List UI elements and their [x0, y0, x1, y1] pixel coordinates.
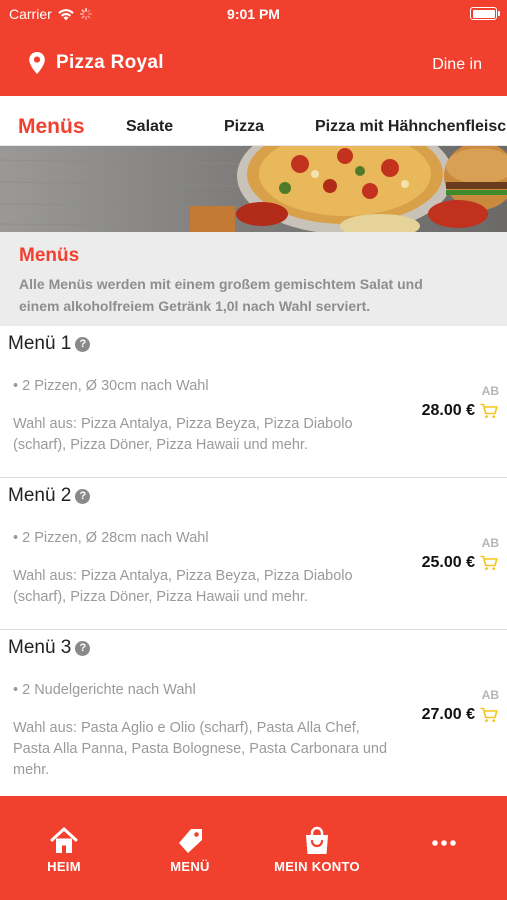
home-icon: [50, 827, 78, 853]
nav-label: MEIN KONTO: [274, 859, 360, 874]
menu-item-name: Menü 3: [8, 637, 72, 658]
bottom-navigation: HEIM MENÜ MEIN KONTO: [0, 796, 507, 900]
app-header: Pizza Royal Dine in: [0, 40, 507, 88]
menu-item-description: Wahl aus: Pasta Aglio e Olio (scharf), P…: [13, 720, 388, 778]
price-row[interactable]: 28.00 €: [422, 402, 498, 420]
menu-item[interactable]: Menü 1 ? • 2 Pizzen, Ø 30cm nach Wahl Wa…: [0, 326, 507, 478]
nav-label: HEIM: [47, 859, 81, 874]
menu-item-price: 28.00 €: [421, 402, 475, 419]
category-intro: Menüs Alle Menüs werden mit einem großem…: [0, 232, 507, 326]
cart-icon[interactable]: [480, 707, 498, 723]
status-bar: Carrier 9:01 PM: [0, 0, 507, 30]
price-row[interactable]: 27.00 €: [422, 706, 498, 724]
status-time: 9:01 PM: [227, 6, 280, 22]
menu-item-price: 25.00 €: [421, 554, 475, 571]
tab-menus[interactable]: Menüs: [18, 115, 85, 139]
top-bar: Carrier 9:01 PM Pizza Royal Dine in: [0, 0, 507, 96]
nav-item-more[interactable]: [424, 836, 464, 850]
bag-icon: [306, 826, 328, 854]
menu-item[interactable]: Menü 3 ? • 2 Nudelgerichte nach Wahl Wah…: [0, 630, 507, 782]
menu-item-price: 27.00 €: [421, 706, 475, 723]
nav-item-menu[interactable]: MENÜ: [164, 826, 216, 874]
price-prefix: AB: [481, 688, 499, 702]
price-prefix: AB: [481, 536, 499, 550]
menu-item-name-row: Menü 3 ?: [8, 637, 91, 659]
menu-item-description: Wahl aus: Pizza Antalya, Pizza Beyza, Pi…: [13, 568, 353, 605]
tab-pizza-haehnchen[interactable]: Pizza mit Hähnchenfleisch: [315, 118, 507, 136]
info-icon[interactable]: ?: [75, 640, 91, 656]
menu-item-detail: • 2 Pizzen, Ø 30cm nach Wahl: [13, 378, 209, 394]
price-row[interactable]: 25.00 €: [422, 554, 498, 572]
menu-item-list: Menü 1 ? • 2 Pizzen, Ø 30cm nach Wahl Wa…: [0, 326, 507, 782]
menu-item-detail: • 2 Pizzen, Ø 28cm nach Wahl: [13, 530, 209, 546]
tab-salate[interactable]: Salate: [126, 118, 173, 136]
cart-icon[interactable]: [480, 403, 498, 419]
category-description-line1: Alle Menüs werden mit einem großem gemis…: [19, 276, 423, 292]
more-icon: [432, 840, 456, 846]
order-mode-button[interactable]: Dine in: [432, 56, 482, 74]
menu-item-name-row: Menü 2 ?: [8, 485, 91, 507]
menu-item-name: Menü 2: [8, 485, 72, 506]
tag-icon: [179, 829, 202, 853]
cart-icon[interactable]: [480, 555, 498, 571]
nav-label: MENÜ: [170, 859, 210, 874]
menu-item-name-row: Menü 1 ?: [8, 333, 91, 355]
battery-icon: [470, 7, 500, 20]
category-banner-image: [0, 146, 507, 232]
nav-item-account[interactable]: MEIN KONTO: [268, 826, 366, 874]
category-description-line2: einem alkoholfreiem Getränk 1,0l nach Wa…: [19, 298, 371, 314]
menu-item-name: Menü 1: [8, 333, 72, 354]
restaurant-name[interactable]: Pizza Royal: [56, 52, 164, 74]
menu-item-description: Wahl aus: Pizza Antalya, Pizza Beyza, Pi…: [13, 416, 353, 453]
tab-pizza[interactable]: Pizza: [224, 118, 264, 136]
price-prefix: AB: [481, 384, 499, 398]
info-icon[interactable]: ?: [75, 488, 91, 504]
menu-item-detail: • 2 Nudelgerichte nach Wahl: [13, 682, 196, 698]
category-title: Menüs: [19, 245, 80, 266]
nav-item-home[interactable]: HEIM: [38, 826, 90, 874]
menu-item[interactable]: Menü 2 ? • 2 Pizzen, Ø 28cm nach Wahl Wa…: [0, 478, 507, 630]
category-tabs: Menüs Salate Pizza Pizza mit Hähnchenfle…: [0, 96, 507, 146]
location-pin-icon[interactable]: [28, 51, 46, 75]
category-description: Alle Menüs werden mit einem großem gemis…: [19, 273, 488, 317]
info-icon[interactable]: ?: [75, 336, 91, 352]
